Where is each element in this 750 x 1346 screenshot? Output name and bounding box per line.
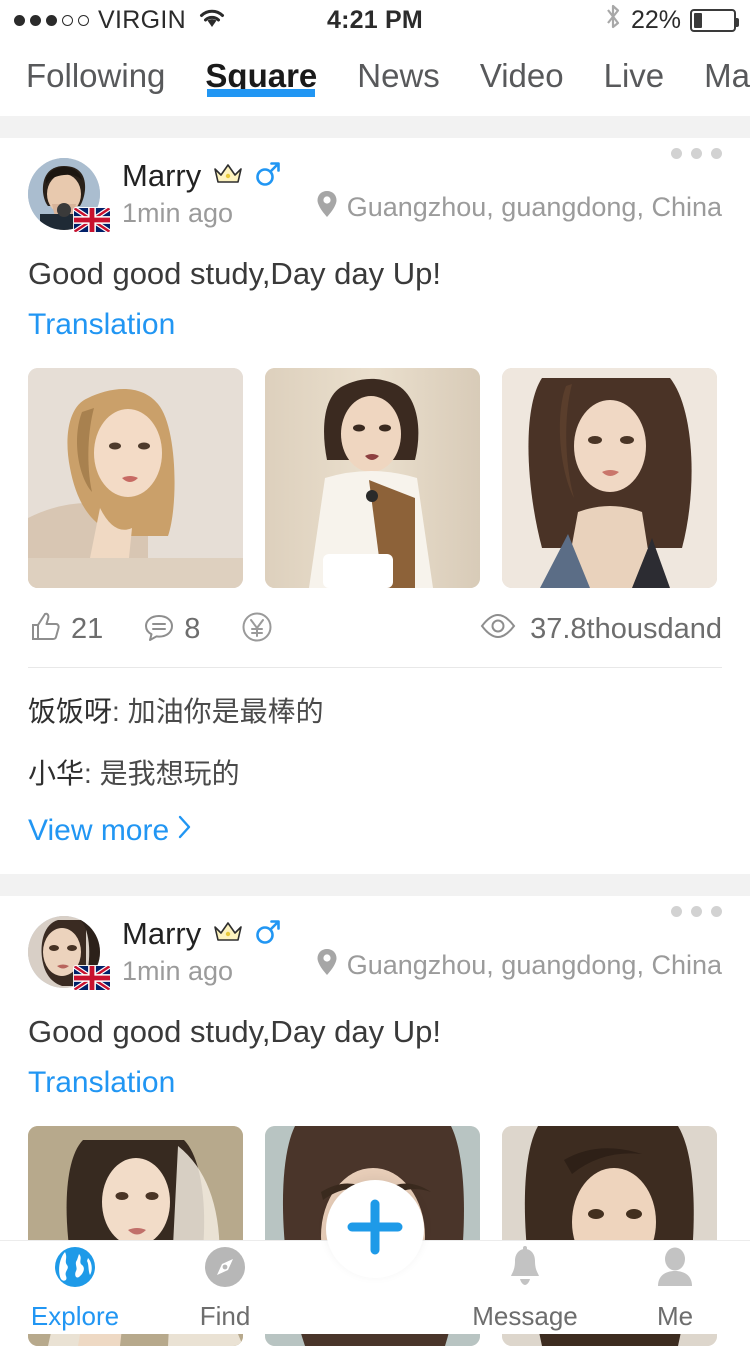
person-icon <box>652 1244 698 1295</box>
status-bar-right: 22% <box>604 3 739 38</box>
post-author-info: Marry 1min ago <box>122 916 281 987</box>
comment-text: 是我想玩的 <box>99 758 240 789</box>
post-location[interactable]: Guangzhou, guangdong, China <box>316 190 722 225</box>
create-post-button[interactable] <box>326 1180 424 1278</box>
crown-icon <box>213 920 243 949</box>
uk-flag-icon <box>74 208 110 232</box>
thumbs-up-icon <box>28 610 62 649</box>
tab-label: Live <box>603 57 665 94</box>
status-bar: VIRGIN 4:21 PM 22% <box>0 0 750 40</box>
post-timestamp: 1min ago <box>122 956 234 986</box>
tab-news[interactable]: News <box>357 57 440 99</box>
tab-label: Following <box>26 57 166 94</box>
carrier-label: VIRGIN <box>98 5 186 34</box>
post-location[interactable]: Guangzhou, guangdong, China <box>316 948 722 983</box>
active-tab-indicator <box>207 89 316 97</box>
globe-icon <box>52 1244 98 1295</box>
author-username[interactable]: Marry <box>122 158 201 194</box>
like-count: 21 <box>71 613 104 645</box>
comment-item[interactable]: 饭饭呀: 加油你是最棒的 <box>28 690 722 752</box>
view-count: 37.8thousdand <box>530 613 722 645</box>
signal-strength-icon <box>14 14 89 26</box>
like-button[interactable]: 21 <box>28 610 103 649</box>
comment-list: 饭饭呀: 加油你是最棒的 小华: 是我想玩的 View more <box>28 668 722 874</box>
view-more-label: View more <box>28 814 170 847</box>
view-more-link[interactable]: View more <box>28 814 722 874</box>
comment-count: 8 <box>184 613 201 645</box>
bluetooth-icon <box>604 3 622 38</box>
tab-following[interactable]: Following <box>26 57 165 99</box>
post-header: Marry 1min ago Guangzhou, guangdong, Chi… <box>28 896 722 990</box>
comment-item[interactable]: 小华: 是我想玩的 <box>28 752 722 814</box>
more-options-icon[interactable] <box>671 906 722 917</box>
tab-more-cut-off[interactable]: Ma <box>704 57 750 99</box>
translation-link[interactable]: Translation <box>28 1050 722 1100</box>
wifi-icon <box>197 5 227 36</box>
post-text: Good good study,Day day Up! <box>28 256 442 291</box>
bell-icon <box>502 1244 548 1295</box>
nav-label: Explore <box>30 1300 120 1331</box>
post-header: Marry 1min ago Guangzhou, guangdong, Chi… <box>28 138 722 232</box>
category-tab-bar[interactable]: Following Square News Video Live Ma <box>0 40 750 116</box>
location-label: Guangzhou, guangdong, China <box>346 192 722 222</box>
post-image-grid <box>28 342 722 588</box>
post-image-3[interactable] <box>502 368 717 588</box>
post-timestamp: 1min ago <box>122 198 234 228</box>
nav-item-explore[interactable]: Explore <box>0 1244 150 1332</box>
post-image-2[interactable] <box>265 368 480 588</box>
post-author-info: Marry 1min ago <box>122 158 281 229</box>
nav-label: Find <box>199 1300 251 1331</box>
more-options-icon[interactable] <box>671 148 722 159</box>
yen-coin-icon <box>240 610 274 649</box>
uk-flag-icon <box>74 966 110 990</box>
comment-text: 加油你是最棒的 <box>127 696 324 727</box>
gift-button[interactable] <box>240 610 274 649</box>
chevron-right-icon <box>177 814 193 848</box>
comment-bubble-icon <box>143 611 175 648</box>
view-count-group: 37.8thousdand <box>480 613 722 647</box>
nav-item-message[interactable]: Message <box>450 1244 600 1332</box>
status-bar-left: VIRGIN <box>14 5 227 36</box>
nav-item-me[interactable]: Me <box>600 1244 750 1332</box>
translation-link[interactable]: Translation <box>28 292 722 342</box>
gender-male-icon <box>255 917 281 951</box>
crown-icon <box>213 162 243 191</box>
plus-icon <box>344 1196 406 1263</box>
comment-author: 饭饭呀 <box>28 696 113 727</box>
avatar[interactable] <box>28 158 110 232</box>
location-label: Guangzhou, guangdong, China <box>346 950 722 980</box>
nav-label: Me <box>656 1300 694 1331</box>
comment-button[interactable]: 8 <box>143 611 200 648</box>
nav-item-find[interactable]: Find <box>150 1244 300 1332</box>
gender-male-icon <box>255 159 281 193</box>
avatar[interactable] <box>28 916 110 990</box>
section-divider <box>0 874 750 896</box>
post-action-bar: 21 8 37.8thousdand <box>28 588 722 667</box>
location-pin-icon <box>316 190 338 225</box>
tab-label: Ma <box>704 57 750 94</box>
tab-label: News <box>357 57 440 94</box>
nav-label: Message <box>472 1300 578 1331</box>
battery-icon <box>690 8 739 32</box>
tab-video[interactable]: Video <box>480 57 564 99</box>
eye-icon <box>480 613 516 647</box>
section-divider <box>0 116 750 138</box>
location-pin-icon <box>316 948 338 983</box>
comment-author: 小华 <box>28 758 85 789</box>
post-image-1[interactable] <box>28 368 243 588</box>
tab-label: Video <box>479 57 564 94</box>
battery-percent-label: 22% <box>630 5 681 34</box>
post-text: Good good study,Day day Up! <box>28 1014 442 1049</box>
author-username[interactable]: Marry <box>122 916 201 952</box>
tab-live[interactable]: Live <box>604 57 665 99</box>
author-name-row: Marry <box>122 916 281 952</box>
compass-icon <box>202 1244 248 1295</box>
tab-square[interactable]: Square <box>205 57 317 99</box>
author-name-row: Marry <box>122 158 281 194</box>
post-card: Marry 1min ago Guangzhou, guangdong, Chi… <box>0 138 750 874</box>
